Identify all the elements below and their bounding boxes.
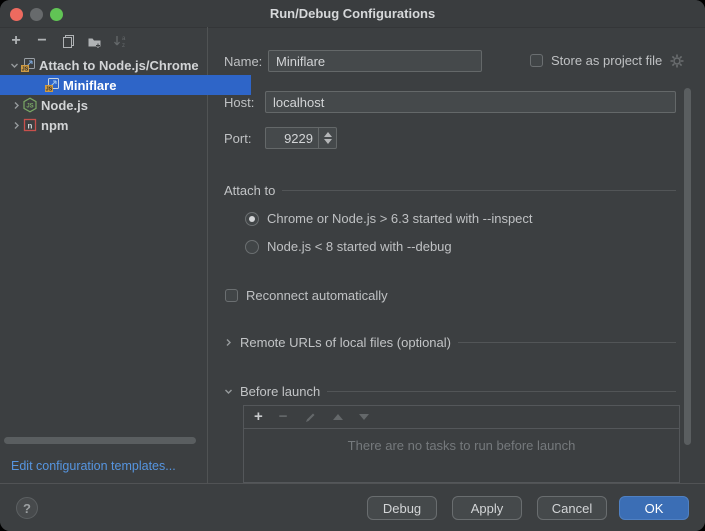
new-folder-icon	[87, 34, 102, 49]
host-value: localhost	[273, 95, 324, 110]
before-launch-empty-text: There are no tasks to run before launch	[244, 438, 679, 453]
sort-configurations-button[interactable]: a z	[112, 33, 128, 49]
radio-label: Node.js < 8 started with --debug	[267, 239, 452, 254]
form-vertical-scrollbar[interactable]	[684, 88, 691, 445]
reconnect-label: Reconnect automatically	[246, 288, 388, 303]
section-separator	[327, 391, 676, 392]
tree-item-attach-node-chrome[interactable]: JS Attach to Node.js/Chrome	[0, 55, 215, 75]
dialog-title: Run/Debug Configurations	[0, 0, 705, 27]
attach-to-section-header: Attach to	[224, 182, 676, 198]
debug-button[interactable]: Debug	[367, 496, 437, 520]
gear-icon[interactable]	[670, 54, 684, 68]
port-label: Port:	[224, 131, 251, 146]
cancel-button[interactable]: Cancel	[537, 496, 607, 520]
stepper-down-icon[interactable]	[324, 139, 332, 144]
tree-item-label: Miniflare	[63, 78, 116, 93]
remove-configuration-button[interactable]: −	[34, 33, 50, 49]
store-as-project-file-checkbox[interactable]	[530, 54, 543, 67]
attach-to-label: Attach to	[224, 183, 275, 198]
edit-task-button pencil-icon[interactable]	[304, 411, 317, 424]
reconnect-checkbox[interactable]	[225, 289, 238, 302]
port-value: 9229	[284, 131, 313, 146]
move-task-down-button[interactable]	[359, 414, 369, 420]
sidebar-toolbar: + − a z	[8, 33, 128, 49]
name-value: Miniflare	[276, 54, 325, 69]
store-as-project-file-row[interactable]: Store as project file	[530, 53, 684, 68]
chevron-right-icon[interactable]	[224, 338, 233, 347]
question-mark-icon: ?	[23, 501, 31, 516]
edit-configuration-templates-link[interactable]: Edit configuration templates...	[11, 459, 176, 473]
attach-nodejs-chrome-icon: JS	[20, 57, 36, 73]
ok-button[interactable]: OK	[619, 496, 689, 520]
add-configuration-button[interactable]: +	[8, 33, 24, 49]
before-launch-task-list: + − There are no tasks to run before lau…	[243, 405, 680, 483]
npm-icon: n	[22, 117, 38, 133]
section-separator	[458, 342, 676, 343]
tree-item-label: Node.js	[41, 98, 88, 113]
tree-item-miniflare[interactable]: JS Miniflare	[0, 75, 251, 95]
sidebar-horizontal-scrollbar[interactable]	[4, 437, 196, 444]
remove-task-button minus-icon[interactable]: −	[279, 409, 288, 425]
run-debug-configurations-dialog: Run/Debug Configurations + − a z	[0, 0, 705, 531]
nodejs-icon: JS	[22, 97, 38, 113]
svg-text:z: z	[122, 43, 125, 49]
chevron-right-icon[interactable]	[10, 101, 22, 110]
reconnect-automatically-row[interactable]: Reconnect automatically	[225, 288, 388, 303]
before-launch-section-header[interactable]: Before launch	[224, 383, 676, 399]
radio-option-debug[interactable]: Node.js < 8 started with --debug	[245, 239, 452, 254]
store-as-project-file-label: Store as project file	[551, 53, 662, 68]
before-launch-toolbar: + −	[244, 406, 679, 429]
radio-label: Chrome or Node.js > 6.3 started with --i…	[267, 211, 533, 226]
chevron-right-icon[interactable]	[10, 121, 22, 130]
section-separator	[282, 190, 676, 191]
name-input[interactable]: Miniflare	[268, 50, 482, 72]
svg-text:a: a	[122, 36, 126, 42]
host-input[interactable]: localhost	[265, 91, 676, 113]
radio-unselected-icon[interactable]	[245, 240, 259, 254]
tree-item-nodejs[interactable]: JS Node.js	[0, 95, 217, 115]
radio-selected-icon[interactable]	[245, 212, 259, 226]
move-task-up-button[interactable]	[333, 414, 343, 420]
copy-icon	[61, 34, 76, 49]
name-label: Name:	[224, 54, 262, 69]
radio-option-inspect[interactable]: Chrome or Node.js > 6.3 started with --i…	[245, 211, 533, 226]
tree-item-label: Attach to Node.js/Chrome	[39, 58, 199, 73]
remote-urls-label: Remote URLs of local files (optional)	[240, 335, 451, 350]
remote-urls-section-header[interactable]: Remote URLs of local files (optional)	[224, 334, 676, 350]
host-label: Host:	[224, 95, 254, 110]
help-button[interactable]: ?	[16, 497, 38, 519]
copy-configuration-button[interactable]	[60, 33, 76, 49]
sort-alpha-icon: a z	[113, 34, 128, 49]
svg-text:JS: JS	[22, 66, 29, 72]
new-folder-button[interactable]	[86, 33, 102, 49]
port-stepper[interactable]	[318, 128, 336, 148]
apply-button[interactable]: Apply	[452, 496, 522, 520]
svg-text:JS: JS	[26, 103, 33, 109]
chevron-down-icon[interactable]	[224, 387, 233, 396]
chevron-down-icon[interactable]	[8, 61, 20, 70]
svg-text:n: n	[28, 122, 33, 131]
tree-item-npm[interactable]: n npm	[0, 115, 217, 135]
attach-nodejs-chrome-icon: JS	[44, 77, 60, 93]
tree-item-label: npm	[41, 118, 68, 133]
port-input[interactable]: 9229	[265, 127, 337, 149]
minus-icon: −	[37, 33, 46, 49]
plus-icon: +	[11, 33, 20, 49]
before-launch-label: Before launch	[240, 384, 320, 399]
stepper-up-icon[interactable]	[324, 132, 332, 137]
svg-text:JS: JS	[46, 86, 53, 92]
add-task-button plus-icon[interactable]: +	[254, 409, 263, 425]
